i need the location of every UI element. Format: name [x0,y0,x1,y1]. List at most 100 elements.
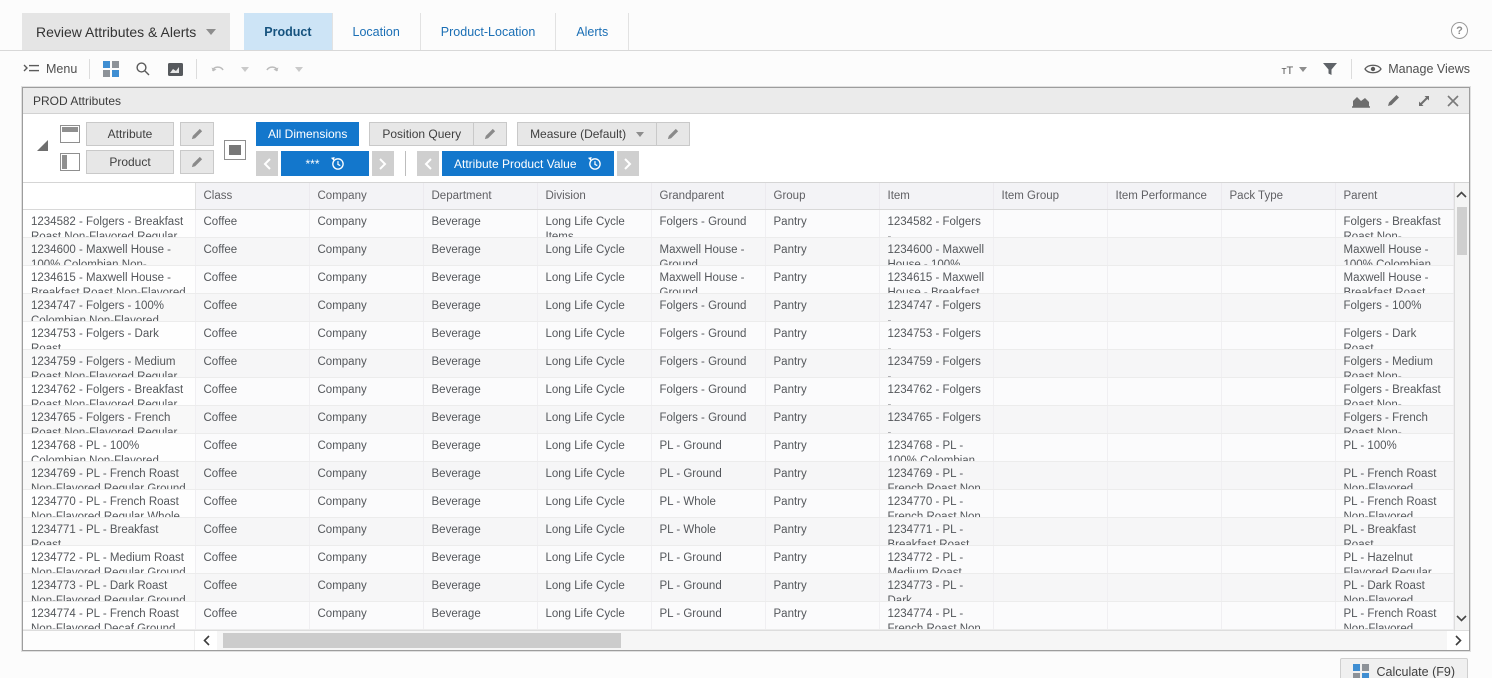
menu-button[interactable]: Menu [22,60,77,78]
row-header-cell[interactable]: 1234774 - PL - French RoastNon-Flavored … [23,601,195,629]
grid-cell-class[interactable]: Coffee [195,405,309,433]
grid-cell-division[interactable]: Long Life CycleItems [537,209,651,237]
grid-cell-group[interactable]: Pantry [765,321,879,349]
grid-cell-group[interactable]: Pantry [765,349,879,377]
grid-cell-item[interactable]: 1234600 - MaxwellHouse - 100% [879,237,993,265]
grid-cell-group[interactable]: Pantry [765,293,879,321]
grid-cell-parent[interactable]: Folgers - BreakfastRoast Non-Flavored [1335,209,1453,237]
scroll-right-icon[interactable] [1447,631,1469,650]
grid-cell-group[interactable]: Pantry [765,433,879,461]
grid-cell-group[interactable]: Pantry [765,489,879,517]
grid-cell-item_group[interactable] [993,265,1107,293]
grid-cell-item_performance[interactable] [1107,293,1221,321]
row-header-cell[interactable]: 1234770 - PL - French RoastNon-Flavored … [23,489,195,517]
row-header-cell[interactable]: 1234600 - Maxwell House -100% Colombian … [23,237,195,265]
grid-cell-class[interactable]: Coffee [195,433,309,461]
grid-cell-company[interactable]: Company [309,293,423,321]
grid-cell-company[interactable]: Company [309,209,423,237]
grid-cell-class[interactable]: Coffee [195,237,309,265]
grid-cell-item[interactable]: 1234582 - Folgers -Breakfast Roast [879,209,993,237]
row-axis-icon[interactable] [60,153,80,171]
column-header[interactable]: Division [537,183,651,209]
grid-cell-item[interactable]: 1234772 - PL -Medium Roast Non [879,545,993,573]
row-axis-tile[interactable]: Product [86,150,174,174]
row-header-cell[interactable]: 1234771 - PL - Breakfast RoastNon-Flavor… [23,517,195,545]
grid-cell-department[interactable]: Beverage [423,573,537,601]
grid-cell-item_performance[interactable] [1107,545,1221,573]
grid-cell-group[interactable]: Pantry [765,405,879,433]
vertical-scrollbar[interactable] [1454,183,1470,630]
page-prev-icon[interactable] [256,151,278,176]
grid-cell-company[interactable]: Company [309,237,423,265]
grid-cell-item[interactable]: 1234753 - Folgers -Dark Roast Non [879,321,993,349]
grid-cell-item_performance[interactable] [1107,601,1221,629]
grid-cell-division[interactable]: Long Life Cycle [537,293,651,321]
grid-cell-company[interactable]: Company [309,601,423,629]
column-header[interactable]: Company [309,183,423,209]
grid-cell-parent[interactable]: Folgers - Dark RoastNon-Flavored [1335,321,1453,349]
grid-cell-class[interactable]: Coffee [195,489,309,517]
grid-cell-division[interactable]: Long Life Cycle [537,377,651,405]
grid-cell-item[interactable]: 1234769 - PL -French Roast Non [879,461,993,489]
collapse-pivot-icon[interactable] [37,140,48,151]
column-axis-icon[interactable] [60,125,80,143]
grid-cell-division[interactable]: Long Life Cycle [537,601,651,629]
tab-location[interactable]: Location [333,13,421,50]
grid-cell-grandparent[interactable]: PL - Ground [651,461,765,489]
grid-cell-pack_type[interactable] [1221,265,1335,293]
grid-cell-item_performance[interactable] [1107,209,1221,237]
grid-cell-item[interactable]: 1234615 - MaxwellHouse - Breakfast [879,265,993,293]
grid-cell-company[interactable]: Company [309,377,423,405]
grid-cell-class[interactable]: Coffee [195,601,309,629]
grid-cell-grandparent[interactable]: Maxwell House -Ground [651,237,765,265]
open-window-icon[interactable] [166,60,184,78]
column-header[interactable]: Class [195,183,309,209]
page-axis-icon[interactable] [224,140,246,160]
calculate-button[interactable]: Calculate (F9) [1340,658,1469,678]
grid-cell-pack_type[interactable] [1221,349,1335,377]
grid-cell-division[interactable]: Long Life Cycle [537,461,651,489]
grid-cell-class[interactable]: Coffee [195,265,309,293]
grid-cell-parent[interactable]: PL - French RoastNon-Flavored [1335,461,1453,489]
grid-cell-parent[interactable]: Maxwell House -Breakfast Roast [1335,265,1453,293]
grid-cell-department[interactable]: Beverage [423,377,537,405]
grid-cell-item_group[interactable] [993,489,1107,517]
grid-cell-item_group[interactable] [993,321,1107,349]
grid-cell-parent[interactable]: Folgers - BreakfastRoast Non-Flavored [1335,377,1453,405]
scroll-left-icon[interactable] [195,631,217,650]
grid-cell-group[interactable]: Pantry [765,237,879,265]
grid-cell-item_group[interactable] [993,573,1107,601]
row-header-cell[interactable]: 1234759 - Folgers - MediumRoast Non-Flav… [23,349,195,377]
grid-cell-department[interactable]: Beverage [423,237,537,265]
slice-tile[interactable]: Attribute Product Value [442,151,614,176]
tab-alerts[interactable]: Alerts [556,13,629,50]
tab-product[interactable]: Product [244,13,332,50]
grid-cell-grandparent[interactable]: Folgers - Ground [651,349,765,377]
row-header-cell[interactable]: 1234768 - PL - 100%Colombian Non-Flavore… [23,433,195,461]
slice-next-icon[interactable] [617,151,639,176]
grid-cell-group[interactable]: Pantry [765,377,879,405]
grid-cell-item_group[interactable] [993,209,1107,237]
grid-cell-company[interactable]: Company [309,433,423,461]
activity-selector[interactable]: Review Attributes & Alerts [22,13,230,50]
slice-prev-icon[interactable] [417,151,439,176]
grid-cell-item_group[interactable] [993,433,1107,461]
scroll-up-icon[interactable] [1455,183,1470,205]
grid-cell-item_performance[interactable] [1107,377,1221,405]
grid-cell-group[interactable]: Pantry [765,601,879,629]
grid-cell-pack_type[interactable] [1221,377,1335,405]
vertical-scroll-track[interactable] [1455,205,1470,608]
grid-cell-parent[interactable]: PL - Dark RoastNon-Flavored [1335,573,1453,601]
close-icon[interactable] [1447,95,1459,107]
grid-cell-grandparent[interactable]: PL - Whole [651,489,765,517]
grid-cell-pack_type[interactable] [1221,321,1335,349]
grid-cell-group[interactable]: Pantry [765,545,879,573]
grid-cell-item_group[interactable] [993,405,1107,433]
edit-attribute-axis-button[interactable] [180,122,214,146]
grid-cell-grandparent[interactable]: PL - Ground [651,573,765,601]
measure-tile[interactable]: Measure (Default) [517,122,656,146]
grid-cell-item[interactable]: 1234774 - PL -French Roast Non [879,601,993,629]
grid-cell-grandparent[interactable]: Maxwell House -Ground [651,265,765,293]
edit-position-query-button[interactable] [473,122,507,146]
grid-cell-class[interactable]: Coffee [195,377,309,405]
